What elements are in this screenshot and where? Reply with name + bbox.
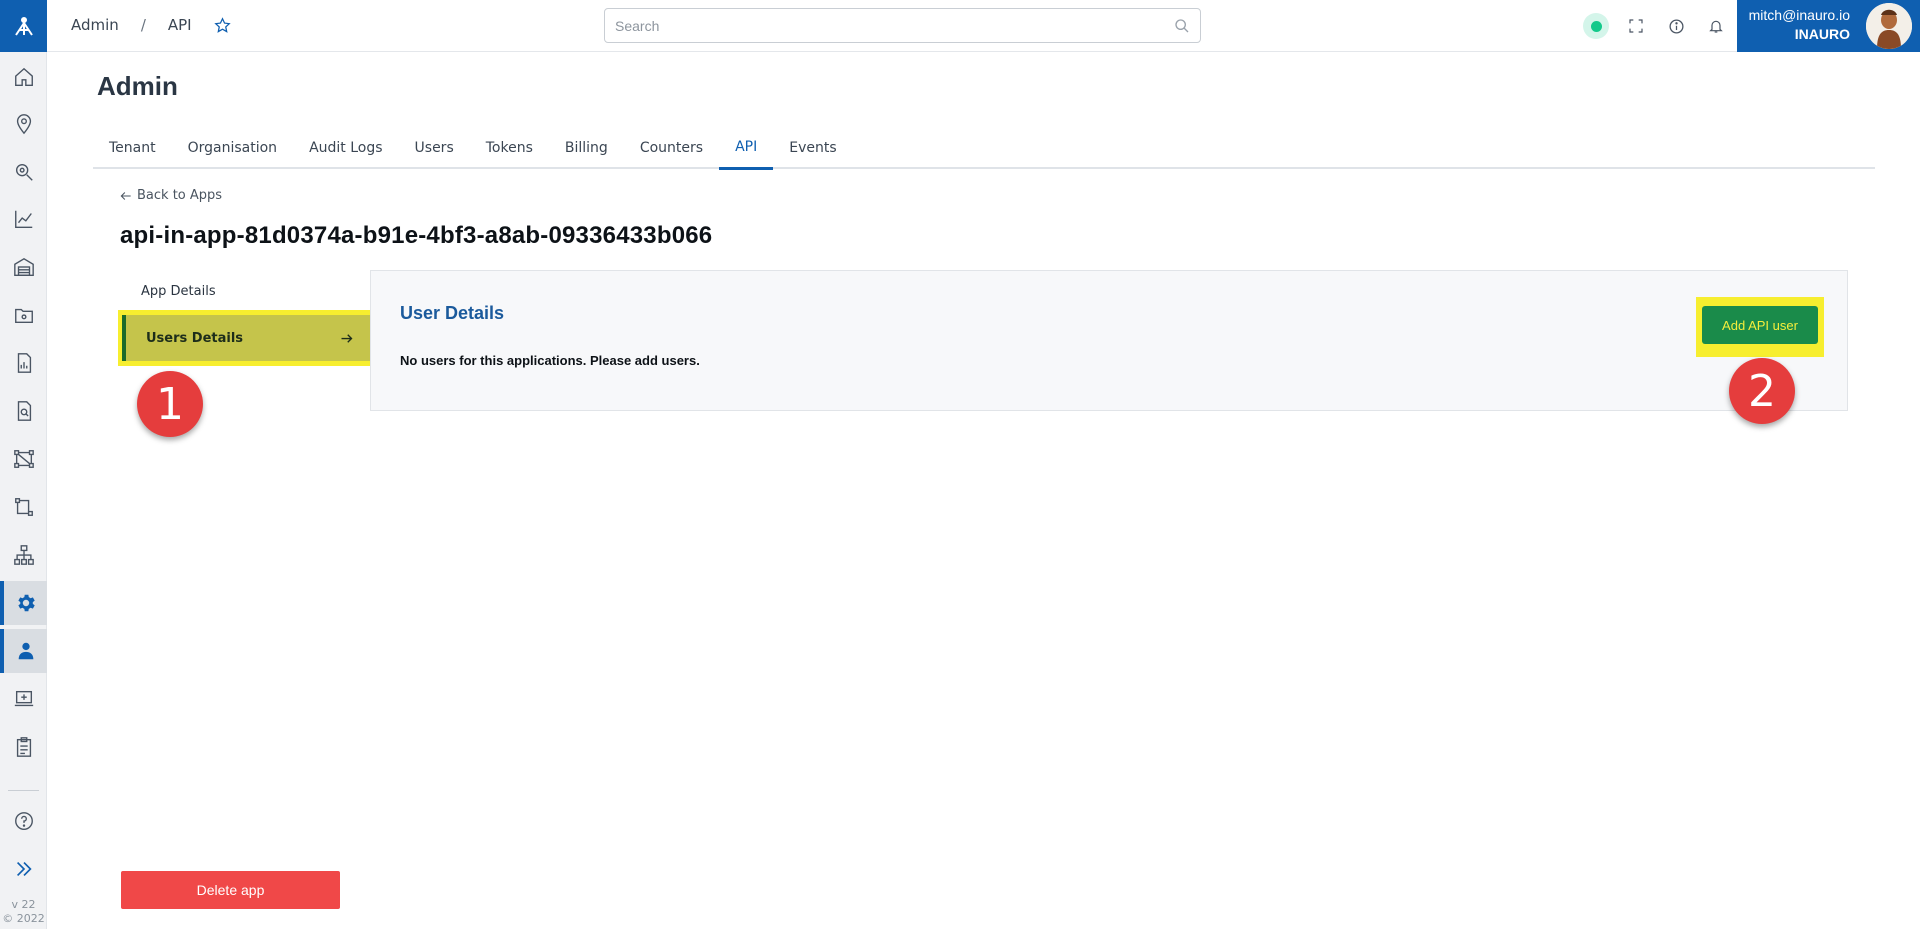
version-info: v 22 © 2022 [0,898,47,926]
expand-icon [16,861,32,877]
network-icon [13,450,34,468]
sidebar-item-workflows[interactable] [0,485,47,529]
subnav-app-details[interactable]: App Details [141,284,216,299]
top-bar: Admin / API mitch@inauro.io INAURO [47,0,1920,52]
sidebar-item-search-map[interactable] [0,150,47,194]
info-button[interactable] [1663,13,1689,39]
sidebar-item-files[interactable] [0,293,47,337]
sidebar-item-network[interactable] [0,437,47,481]
location-pin-icon [16,114,31,135]
tab-events[interactable]: Events [773,127,852,169]
tab-users[interactable]: Users [399,127,470,169]
report-icon [17,353,31,373]
help-icon [14,812,33,830]
fullscreen-icon [1629,19,1643,33]
avatar[interactable] [1866,3,1912,49]
user-menu[interactable]: mitch@inauro.io INAURO [1737,0,1920,52]
breadcrumb-admin[interactable]: Admin [71,16,119,34]
sidebar-item-reports[interactable] [0,341,47,385]
connection-status-indicator [1583,13,1609,39]
sidebar-item-locations[interactable] [0,102,47,146]
admin-tabs: Tenant Organisation Audit Logs Users Tok… [93,127,1875,170]
tab-billing[interactable]: Billing [549,127,624,169]
breadcrumb: Admin / API [71,16,231,34]
tab-audit-logs[interactable]: Audit Logs [293,127,398,169]
tab-tenant[interactable]: Tenant [93,127,172,169]
breadcrumb-api: API [167,16,192,34]
user-organisation: INAURO [1794,26,1850,42]
back-link-label: Back to Apps [137,188,223,203]
subnav-users-details-label: Users Details [146,330,244,346]
sidebar-item-help[interactable] [0,799,47,843]
warehouse-icon [13,257,34,276]
laptop-add-icon [14,690,33,707]
search-location-icon [15,163,33,181]
user-details-title: User Details [400,303,505,323]
sidebar-item-tasks[interactable] [0,725,47,769]
delete-app-button[interactable]: Delete app [121,871,340,909]
settings-icon [17,594,35,612]
tab-organisation[interactable]: Organisation [172,127,293,169]
sidebar-item-home[interactable] [0,55,47,99]
favorite-star-icon[interactable] [213,16,231,34]
sidebar-item-hierarchy[interactable] [0,533,47,577]
tab-tokens[interactable]: Tokens [470,127,549,169]
tab-counters[interactable]: Counters [624,127,719,169]
step-badge-1: 1 [137,371,203,437]
arrow-right-icon [341,333,353,343]
app-name-heading: api-in-app-81d0374a-b91e-4bf3-a8ab-09336… [120,222,713,249]
step-badge-2: 2 [1729,358,1795,424]
back-to-apps-link[interactable]: Back to Apps [119,188,222,203]
fullscreen-button[interactable] [1623,13,1649,39]
status-dot-icon [1590,20,1602,32]
breadcrumb-separator: / [140,16,146,34]
sidebar-item-sites[interactable] [0,245,47,289]
sidebar-divider [8,790,39,791]
sidebar-item-analytics[interactable] [0,197,47,241]
info-icon [1668,18,1684,34]
search-box [604,8,1201,43]
page-title: Admin [97,71,178,101]
user-details-panel: User Details No users for this applicati… [370,270,1848,411]
folder-settings-icon [14,308,33,324]
subnav-users-details[interactable]: Users Details [122,315,372,361]
sidebar-item-settings[interactable] [0,581,47,625]
search-input[interactable] [615,9,1175,42]
sidebar-item-document-search[interactable] [0,389,47,433]
sidebar-expand[interactable] [0,847,47,891]
user-admin-icon [18,642,33,660]
chart-line-icon [14,210,32,228]
sidebar-item-devices[interactable] [0,677,47,721]
hierarchy-icon [13,545,34,565]
user-email: mitch@inauro.io [1748,7,1850,23]
app-logo[interactable] [0,0,47,52]
logo-icon [14,17,33,36]
left-sidebar: v 22 © 2022 [0,0,47,929]
copyright: © 2022 [2,912,45,925]
bell-icon [1709,20,1723,33]
document-search-icon [17,401,31,421]
notifications-button[interactable] [1703,13,1729,39]
home-icon [14,67,33,86]
empty-users-message: No users for this applications. Please a… [400,353,700,368]
workflow-icon [14,498,33,516]
clipboard-icon [16,737,31,757]
arrow-left-icon [120,191,131,200]
version-number: v 22 [11,898,36,911]
search-icon[interactable] [1174,18,1190,38]
add-api-user-button[interactable]: Add API user [1702,306,1818,344]
tab-api[interactable]: API [719,127,774,170]
sidebar-item-user-admin[interactable] [0,629,47,673]
